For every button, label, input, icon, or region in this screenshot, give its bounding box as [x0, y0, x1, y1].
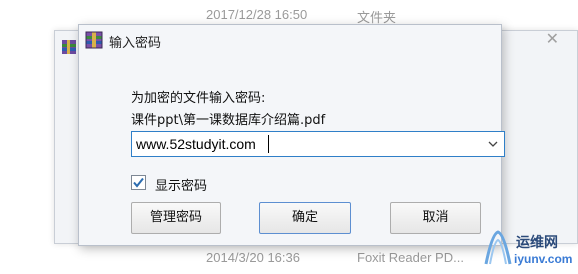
dialog-title: 输入密码 [109, 36, 162, 51]
encrypted-filename: 课件ppt\第一课数据库介绍篇.pdf [131, 113, 326, 128]
chevron-down-icon[interactable] [488, 140, 498, 148]
show-password-label[interactable]: 显示密码 [155, 175, 207, 194]
bg-date-top: 2017/12/28 16:50 [206, 7, 308, 22]
ok-button[interactable]: 确定 [259, 202, 351, 234]
watermark-text: 运维网 [516, 235, 558, 251]
watermark-url: iyunv.com [514, 252, 573, 266]
password-dialog: 输入密码 为加密的文件输入密码: 课件ppt\第一课数据库介绍篇.pdf www… [78, 24, 505, 246]
archive-app-icon [62, 40, 76, 54]
manage-passwords-button[interactable]: 管理密码 [131, 202, 221, 234]
watermark-logo-icon [484, 230, 512, 265]
site-watermark: 运维网 iyunv.com [478, 222, 578, 274]
password-input[interactable]: www.52studyit.com [131, 131, 505, 157]
password-input-value: www.52studyit.com [136, 136, 256, 152]
close-icon[interactable]: ✕ [546, 29, 559, 48]
text-caret [268, 135, 269, 153]
archive-app-icon [85, 31, 103, 49]
dialog-titlebar[interactable]: 输入密码 [79, 25, 501, 55]
show-password-checkbox[interactable] [131, 175, 146, 190]
cancel-button[interactable]: 取消 [390, 202, 481, 234]
bg-name-bottom: Foxit Reader PD... [357, 250, 464, 265]
bg-date-bottom: 2014/3/20 16:36 [206, 250, 300, 265]
password-prompt: 为加密的文件输入密码: [131, 91, 266, 106]
check-icon [133, 177, 144, 188]
